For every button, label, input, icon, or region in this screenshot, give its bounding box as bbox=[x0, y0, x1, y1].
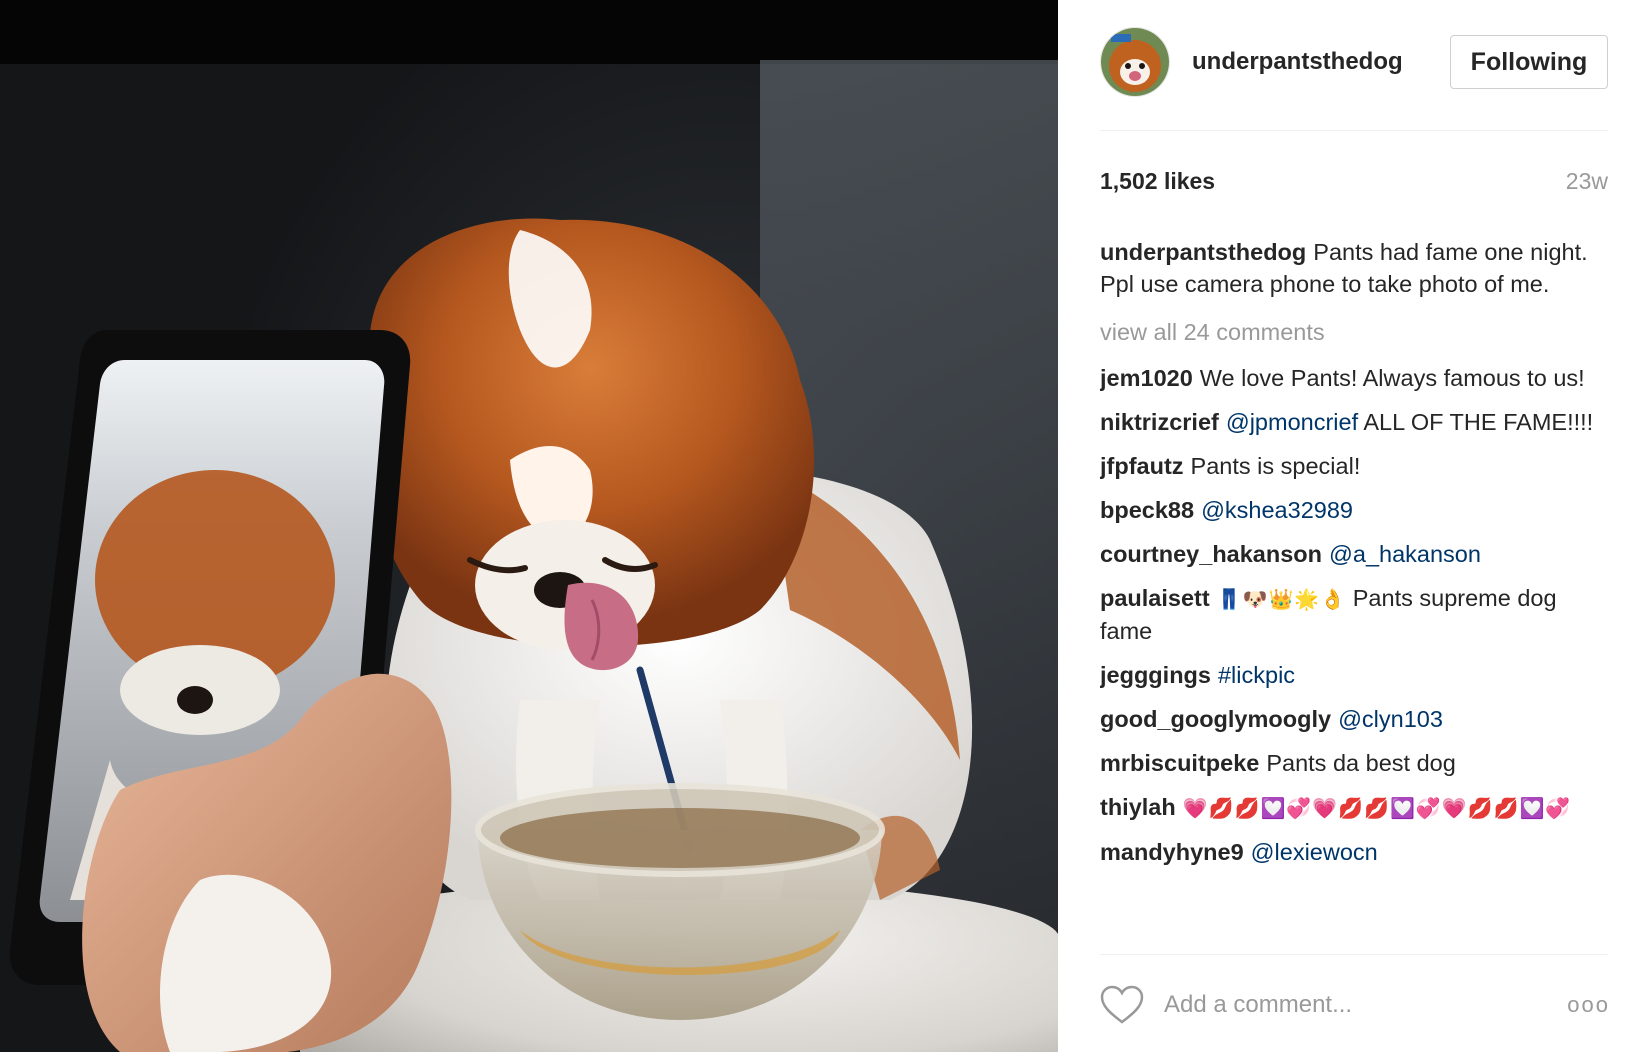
more-options-icon[interactable]: ooo bbox=[1560, 992, 1610, 1018]
comment-text: Pants is special! bbox=[1190, 453, 1361, 479]
comment-text: We love Pants! Always famous to us! bbox=[1199, 365, 1585, 391]
caption-author[interactable]: underpantsthedog bbox=[1100, 239, 1306, 265]
comment-item: jfpfautz Pants is special! bbox=[1100, 450, 1610, 482]
comment-item: courtney_hakanson @a_hakanson bbox=[1100, 538, 1610, 570]
post-age[interactable]: 23w bbox=[1566, 168, 1608, 195]
instagram-post: underpantsthedog Following 1,502 likes 2… bbox=[0, 0, 1650, 1052]
add-comment-row: ooo bbox=[1100, 980, 1610, 1030]
comment-item: paulaisett 👖🐶👑🌟👌 Pants supreme dog fame bbox=[1100, 582, 1610, 647]
comment-hashtag[interactable]: #lickpic bbox=[1218, 662, 1295, 688]
comments-list[interactable]: underpantsthedog Pants had fame one night… bbox=[1100, 236, 1610, 942]
comment-item: good_googlymoogly @clyn103 bbox=[1100, 703, 1610, 735]
comment-item: mandyhyne9 @lexiewocn bbox=[1100, 836, 1610, 868]
comment-author[interactable]: niktrizcrief bbox=[1100, 409, 1219, 435]
comment-mention[interactable]: @jpmoncrief bbox=[1226, 409, 1358, 435]
comment-text: ALL OF THE FAME!!!! bbox=[1363, 409, 1594, 435]
post-photo[interactable] bbox=[0, 0, 1058, 1052]
comment-emoji: 💗💋💋💟💞💗💋💋💟💞💗💋💋💟💞 bbox=[1182, 796, 1572, 820]
photo-illustration bbox=[9, 218, 973, 1052]
glass-bowl bbox=[475, 783, 885, 1020]
comment-mention[interactable]: @lexiewocn bbox=[1251, 839, 1378, 865]
following-button[interactable]: Following bbox=[1450, 35, 1608, 89]
comment-author[interactable]: paulaisett bbox=[1100, 585, 1210, 611]
comment-rows: jem1020 We love Pants! Always famous to u… bbox=[1100, 362, 1610, 868]
comment-item: niktrizcrief @jpmoncrief ALL OF THE FAME!… bbox=[1100, 406, 1610, 438]
comment-item: jem1020 We love Pants! Always famous to u… bbox=[1100, 362, 1610, 394]
comment-author[interactable]: bpeck88 bbox=[1100, 497, 1194, 523]
comment-item: mrbiscuitpeke Pants da best dog bbox=[1100, 747, 1610, 779]
comment-author[interactable]: thiylah bbox=[1100, 794, 1176, 820]
comment-author[interactable]: jem1020 bbox=[1100, 365, 1193, 391]
author-avatar[interactable] bbox=[1100, 27, 1170, 97]
likes-row: 1,502 likes 23w bbox=[1100, 168, 1608, 195]
comment-text: Pants da best dog bbox=[1266, 750, 1456, 776]
comment-author[interactable]: jegggings bbox=[1100, 662, 1211, 688]
add-comment-input[interactable] bbox=[1162, 990, 1560, 1020]
comment-author[interactable]: mrbiscuitpeke bbox=[1100, 750, 1259, 776]
author-username[interactable]: underpantsthedog bbox=[1192, 48, 1450, 76]
post-side-panel: underpantsthedog Following 1,502 likes 2… bbox=[1058, 0, 1650, 1052]
comment-author[interactable]: mandyhyne9 bbox=[1100, 839, 1244, 865]
comment-item: thiylah 💗💋💋💟💞💗💋💋💟💞💗💋💋💟💞 bbox=[1100, 791, 1610, 824]
comment-mention[interactable]: @a_hakanson bbox=[1329, 541, 1481, 567]
comment-item: jegggings #lickpic bbox=[1100, 659, 1610, 691]
comment-author[interactable]: courtney_hakanson bbox=[1100, 541, 1322, 567]
post-header: underpantsthedog Following bbox=[1100, 26, 1608, 98]
comment-author[interactable]: jfpfautz bbox=[1100, 453, 1184, 479]
likes-count[interactable]: 1,502 likes bbox=[1100, 168, 1215, 195]
comment-mention[interactable]: @kshea32989 bbox=[1201, 497, 1353, 523]
comment-author[interactable]: good_googlymoogly bbox=[1100, 706, 1331, 732]
comment-emoji: 👖🐶👑🌟👌 bbox=[1216, 587, 1347, 611]
caption: underpantsthedog Pants had fame one night… bbox=[1100, 236, 1610, 300]
comment-mention[interactable]: @clyn103 bbox=[1338, 706, 1443, 732]
header-divider bbox=[1100, 130, 1608, 131]
view-all-comments-link[interactable]: view all 24 comments bbox=[1100, 316, 1610, 348]
footer-divider bbox=[1100, 954, 1608, 955]
comment-item: bpeck88 @kshea32989 bbox=[1100, 494, 1610, 526]
dog-avatar-icon bbox=[1101, 28, 1169, 96]
heart-outline-icon[interactable] bbox=[1100, 985, 1144, 1025]
